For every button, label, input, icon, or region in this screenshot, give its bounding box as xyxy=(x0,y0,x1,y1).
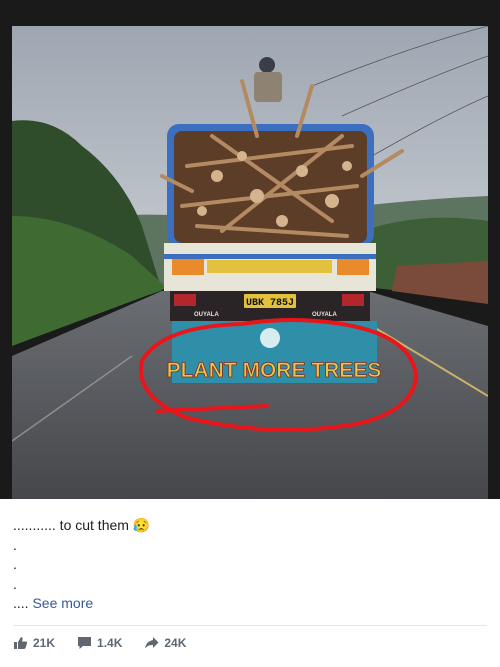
caption-text: ........... to cut them xyxy=(13,517,129,533)
post-caption: ........... to cut them 😥 . . . .... See… xyxy=(13,516,483,614)
truck-sign-text: PLANT MORE TREES xyxy=(167,359,382,382)
share-icon xyxy=(144,636,159,650)
caption-dot: . xyxy=(13,556,17,572)
share-count: 24K xyxy=(164,636,187,650)
bumper-left-text: OUYALA xyxy=(194,312,219,318)
license-plate-text: UBK 785J xyxy=(246,298,294,309)
comment-count: 1.4K xyxy=(97,636,123,650)
caption-dot: . xyxy=(13,536,17,553)
caption-dot: . xyxy=(13,575,17,592)
comment-button[interactable]: 1.4K xyxy=(77,636,122,650)
bumper-right-text: OUYALA xyxy=(312,312,337,318)
caption-line: ........... to cut them 😥 xyxy=(13,516,483,536)
post-card: UBK 785J OUYALA OUYALA PLANT MORE TREES … xyxy=(0,0,500,667)
comment-icon xyxy=(77,636,92,650)
post-photo-frame: UBK 785J OUYALA OUYALA PLANT MORE TREES xyxy=(0,0,500,499)
caption-prefix: .... xyxy=(13,595,29,611)
see-more-link[interactable]: See more xyxy=(32,595,93,611)
like-button[interactable]: 21K xyxy=(13,636,55,650)
sad-face-emoji: 😥 xyxy=(132,517,151,533)
caption-line: .... See more xyxy=(13,594,483,614)
post-photo[interactable]: UBK 785J OUYALA OUYALA PLANT MORE TREES xyxy=(12,26,488,499)
reaction-bar: 21K 1.4K 24K xyxy=(13,636,186,650)
like-count: 21K xyxy=(33,636,56,650)
share-button[interactable]: 24K xyxy=(144,636,186,650)
divider xyxy=(13,625,487,626)
like-icon xyxy=(13,636,28,650)
